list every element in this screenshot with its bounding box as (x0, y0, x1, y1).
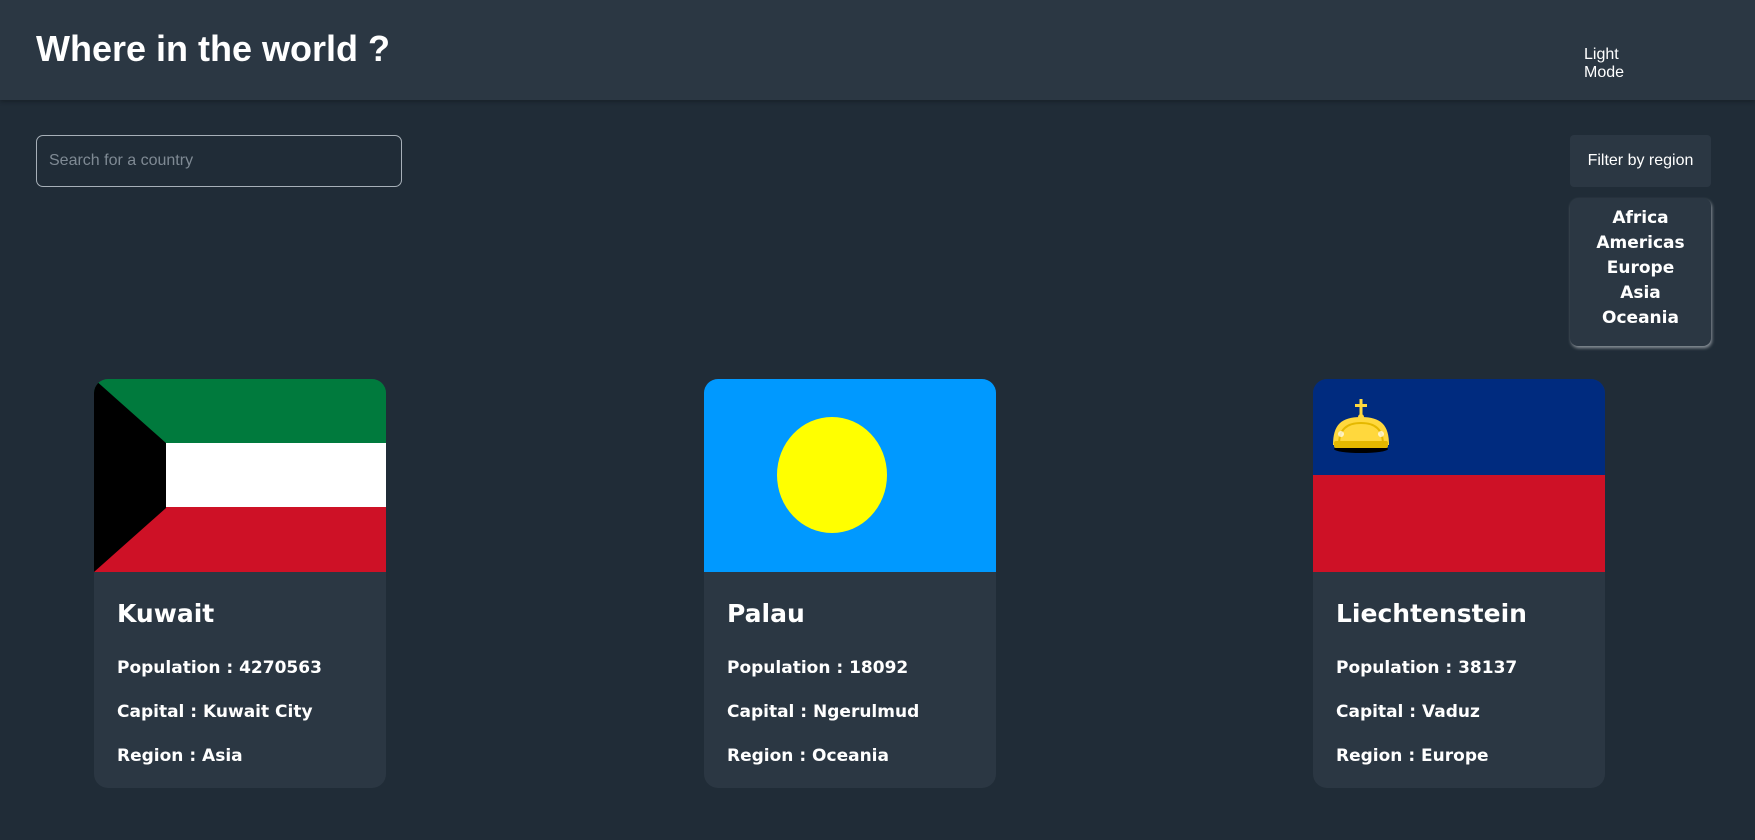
capital-line: Capital : Kuwait City (117, 700, 313, 724)
capital-value: Kuwait City (203, 702, 313, 722)
region-label: Region (727, 746, 794, 766)
filter-by-region-button[interactable]: Filter by region (1570, 135, 1711, 187)
label-separator: : (1439, 658, 1459, 678)
capital-label: Capital (727, 702, 795, 722)
region-option-oceania[interactable]: Oceania (1570, 306, 1711, 331)
population-line: Population : 4270563 (117, 656, 322, 680)
capital-label: Capital (117, 702, 185, 722)
label-separator: : (794, 702, 814, 722)
region-option-asia[interactable]: Asia (1570, 281, 1711, 306)
region-value: Asia (202, 746, 243, 766)
country-card-liechtenstein[interactable]: Liechtenstein Population : 38137 Capital… (1313, 379, 1605, 788)
label-separator: : (183, 746, 203, 766)
country-card-kuwait[interactable]: Kuwait Population : 4270563 Capital : Ku… (94, 379, 386, 788)
label-separator: : (830, 658, 850, 678)
region-dropdown-menu: Africa Americas Europe Asia Oceania (1570, 198, 1711, 346)
country-name: Kuwait (117, 599, 215, 628)
region-value: Europe (1421, 746, 1489, 766)
capital-label: Capital (1336, 702, 1404, 722)
region-option-europe[interactable]: Europe (1570, 256, 1711, 281)
country-name: Liechtenstein (1336, 599, 1527, 628)
population-value: 38137 (1458, 658, 1518, 678)
region-option-americas[interactable]: Americas (1570, 231, 1711, 256)
palau-flag-icon (704, 379, 996, 572)
population-label: Population (1336, 658, 1440, 678)
capital-value: Vaduz (1422, 702, 1480, 722)
liechtenstein-flag-icon (1313, 379, 1605, 572)
country-name: Palau (727, 599, 805, 628)
label-separator: : (1403, 702, 1423, 722)
region-line: Region : Asia (117, 744, 243, 768)
search-input[interactable] (36, 135, 402, 187)
country-card-palau[interactable]: Palau Population : 18092 Capital : Ngeru… (704, 379, 996, 788)
population-line: Population : 38137 (1336, 656, 1517, 680)
kuwait-flag-icon (94, 379, 386, 572)
region-line: Region : Oceania (727, 744, 889, 768)
capital-value: Ngerulmud (813, 702, 920, 722)
light-mode-toggle[interactable]: Light Mode (1570, 42, 1674, 81)
population-value: 4270563 (239, 658, 322, 678)
population-value: 18092 (849, 658, 909, 678)
population-label: Population (117, 658, 221, 678)
population-label: Population (727, 658, 831, 678)
region-label: Region (1336, 746, 1403, 766)
app-title: Where in the world ? (36, 28, 391, 69)
region-option-africa[interactable]: Africa (1570, 206, 1711, 231)
top-bar: Where in the world ? Light Mode (0, 0, 1755, 100)
label-separator: : (793, 746, 813, 766)
capital-line: Capital : Vaduz (1336, 700, 1480, 724)
population-line: Population : 18092 (727, 656, 908, 680)
region-value: Oceania (812, 746, 889, 766)
label-separator: : (184, 702, 204, 722)
label-separator: : (1402, 746, 1422, 766)
capital-line: Capital : Ngerulmud (727, 700, 919, 724)
region-line: Region : Europe (1336, 744, 1489, 768)
label-separator: : (220, 658, 240, 678)
region-label: Region (117, 746, 184, 766)
